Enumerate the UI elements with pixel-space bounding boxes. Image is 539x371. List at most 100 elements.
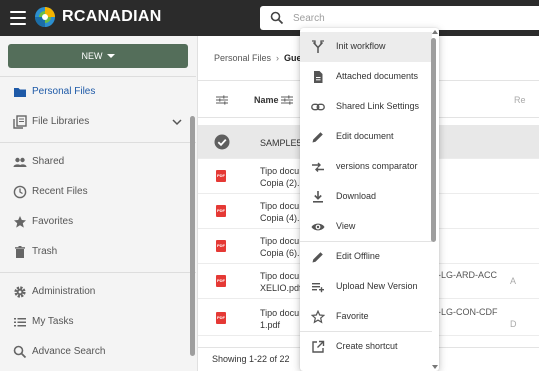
menu-item-create-shortcut[interactable]: Create shortcut	[300, 332, 432, 362]
menu-item-label: Download	[336, 191, 377, 201]
eye-icon	[311, 220, 325, 234]
scroll-down-arrow-icon[interactable]	[432, 365, 438, 369]
menu-item-label: Favorite	[336, 311, 369, 321]
app-header: RCANADIAN	[0, 0, 539, 36]
pagination-info: Showing 1-22 of 22	[212, 354, 290, 364]
sidebar-item-label: Recent Files	[32, 186, 88, 197]
menu-item-shared-link-settings[interactable]: Shared Link Settings	[300, 92, 432, 122]
row-name[interactable]: Tipo docu	[260, 200, 299, 212]
open-in-new-icon	[311, 340, 325, 354]
trash-icon	[13, 245, 27, 259]
pdf-icon	[216, 240, 226, 252]
menu-scrollbar[interactable]	[431, 30, 438, 369]
search-input[interactable]	[293, 6, 533, 30]
menu-item-label: Shared Link Settings	[336, 101, 420, 111]
column-header-right[interactable]: Re	[514, 95, 526, 105]
row-name[interactable]: Tipo docu	[260, 235, 299, 247]
divider	[0, 76, 196, 77]
pencil-icon	[311, 250, 325, 264]
search-box[interactable]	[260, 6, 539, 30]
row-name[interactable]: Tipo docu	[260, 270, 299, 282]
playlist-add-icon	[311, 280, 325, 294]
row-name[interactable]: SAMPLE5	[260, 137, 302, 149]
sidebar-item-label: Administration	[32, 286, 96, 297]
menu-item-favorite[interactable]: Favorite	[300, 302, 432, 332]
sidebar-item-file-libraries[interactable]: File Libraries	[0, 108, 188, 136]
menu-icon[interactable]	[10, 11, 26, 25]
caret-down-icon	[106, 54, 115, 58]
sidebar-item-shared[interactable]: Shared	[0, 148, 188, 176]
chevron-down-icon[interactable]	[172, 117, 182, 127]
column-header-name[interactable]: Name	[254, 95, 279, 105]
sidebar-item-trash[interactable]: Trash	[0, 238, 188, 266]
new-button-label: NEW	[81, 51, 103, 61]
sidebar-item-advance-search[interactable]: Advance Search	[0, 338, 188, 366]
row-name-cont[interactable]: Copia (2).p	[260, 177, 305, 189]
sidebar: NEW Personal Files File Libraries Shared…	[0, 36, 198, 371]
star-outline-icon	[311, 310, 325, 324]
menu-item-versions-comparator[interactable]: versions comparator	[300, 152, 432, 182]
check-circle-icon[interactable]	[214, 134, 230, 150]
row-name-cont[interactable]: 1.pdf	[260, 319, 280, 331]
new-button[interactable]: NEW	[8, 44, 188, 68]
menu-item-upload-new-version[interactable]: Upload New Version	[300, 272, 432, 302]
sidebar-item-label: My Tasks	[32, 316, 74, 327]
breadcrumb-root[interactable]: Personal Files	[214, 53, 271, 63]
menu-item-init-workflow[interactable]: Init workflow	[300, 32, 432, 62]
divider	[0, 272, 196, 273]
document-icon	[311, 70, 325, 84]
task-list-icon	[13, 315, 27, 329]
sidebar-item-favorites[interactable]: Favorites	[0, 208, 188, 236]
column-filter-icon[interactable]	[281, 94, 293, 106]
sidebar-item-my-tasks[interactable]: My Tasks	[0, 308, 188, 336]
sidebar-item-label: Favorites	[32, 216, 74, 227]
menu-item-label: Init workflow	[336, 41, 386, 51]
search-icon	[270, 11, 284, 25]
divider	[0, 142, 196, 143]
row-name-suffix[interactable]: -LG-CON-CDF	[438, 307, 498, 317]
pdf-icon	[216, 205, 226, 217]
menu-item-label: View	[336, 221, 356, 231]
sidebar-item-label: Advance Search	[32, 346, 106, 357]
menu-item-label: Upload New Version	[336, 281, 418, 291]
menu-item-view[interactable]: View	[300, 212, 432, 242]
search-icon	[13, 345, 27, 359]
menu-item-attached-documents[interactable]: Attached documents	[300, 62, 432, 92]
sidebar-scrollbar[interactable]	[190, 116, 195, 356]
people-icon	[13, 155, 27, 169]
pdf-icon	[216, 170, 226, 182]
pdf-icon	[216, 312, 226, 324]
sidebar-item-personal-files[interactable]: Personal Files	[0, 78, 188, 106]
filter-settings-icon[interactable]	[216, 94, 228, 106]
menu-scrollbar-thumb[interactable]	[431, 38, 436, 242]
brand-name: RCANADIAN	[62, 8, 162, 25]
row-name-cont[interactable]: XELIO.pdf	[260, 282, 302, 294]
folder-icon	[13, 85, 27, 99]
menu-item-edit-document[interactable]: Edit document	[300, 122, 432, 152]
gear-icon	[13, 285, 27, 299]
row-name[interactable]: Tipo docu	[260, 307, 299, 319]
scroll-up-arrow-icon[interactable]	[432, 30, 438, 34]
breadcrumb-current[interactable]: Gue	[284, 53, 302, 63]
breadcrumb: Personal Files › Gue	[214, 53, 302, 63]
menu-item-label: Attached documents	[336, 71, 419, 81]
sidebar-item-administration[interactable]: Administration	[0, 278, 188, 306]
row-name[interactable]: Tipo docu	[260, 165, 299, 177]
menu-item-download[interactable]: Download	[300, 182, 432, 212]
chevron-right-icon: ›	[276, 53, 280, 63]
library-icon	[13, 115, 27, 129]
sidebar-item-label: Shared	[32, 156, 65, 167]
sidebar-item-recent-files[interactable]: Recent Files	[0, 178, 188, 206]
link-icon	[311, 100, 325, 114]
menu-item-label: Edit document	[336, 131, 394, 141]
row-name-cont[interactable]: Copia (4).p	[260, 212, 305, 224]
row-name-suffix[interactable]: -LG-ARD-ACC	[438, 270, 497, 280]
menu-item-label: versions comparator	[336, 161, 418, 171]
row-name-cont[interactable]: Copia (6).p	[260, 247, 305, 259]
workflow-fork-icon	[311, 40, 325, 54]
sidebar-item-label: Personal Files	[32, 86, 96, 97]
menu-item-edit-offline[interactable]: Edit Offline	[300, 242, 432, 272]
star-icon	[13, 215, 27, 229]
download-icon	[311, 190, 325, 204]
context-menu: Init workflow Attached documents Shared …	[300, 28, 439, 371]
